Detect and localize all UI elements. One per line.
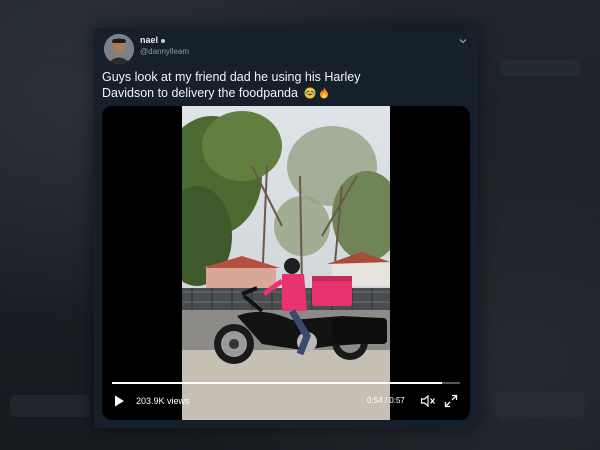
fullscreen-button[interactable] xyxy=(444,394,458,408)
face-with-tears-of-joy-icon xyxy=(304,87,316,99)
play-icon xyxy=(115,395,124,407)
tweet-text-line-1: Guys look at my friend dad he using his … xyxy=(102,70,361,84)
video-scene-image xyxy=(182,106,390,420)
tweet-text-line-2: Davidson to delivery the foodpanda xyxy=(102,86,298,100)
display-name[interactable]: nael xyxy=(140,35,166,45)
display-name-text: nael xyxy=(140,35,159,45)
progress-fill xyxy=(112,382,442,384)
view-count-number: 203.9K xyxy=(136,396,165,406)
video-controls: 203.9K views 0:54 / 0:57 xyxy=(102,378,470,420)
avatar-image xyxy=(104,34,134,64)
play-button[interactable] xyxy=(112,394,126,408)
current-time: 0:54 xyxy=(367,396,383,405)
video-player[interactable]: 203.9K views 0:54 / 0:57 xyxy=(102,106,470,420)
tweet-text: Guys look at my friend dad he using his … xyxy=(102,69,442,101)
video-frame[interactable] xyxy=(182,106,390,420)
dot-icon xyxy=(161,38,166,43)
tweet-card: nael @dannylleam Guys look at my friend … xyxy=(94,28,478,428)
volume-button[interactable] xyxy=(420,394,436,408)
total-time: 0:57 xyxy=(389,396,405,405)
volume-muted-icon xyxy=(420,394,435,408)
expand-icon xyxy=(444,394,458,408)
avatar[interactable] xyxy=(104,34,134,64)
time-separator: / xyxy=(384,396,388,405)
progress-bar[interactable] xyxy=(112,382,460,384)
playback-time: 0:54 / 0:57 xyxy=(367,396,405,405)
user-handle[interactable]: @dannylleam xyxy=(140,47,189,56)
view-count: 203.9K views xyxy=(136,396,190,406)
view-count-label: views xyxy=(167,396,190,406)
more-options-chevron-icon[interactable] xyxy=(456,36,470,48)
tweet-text-line-2-wrap: Davidson to delivery the foodpanda xyxy=(102,85,442,101)
fire-icon xyxy=(319,87,328,99)
